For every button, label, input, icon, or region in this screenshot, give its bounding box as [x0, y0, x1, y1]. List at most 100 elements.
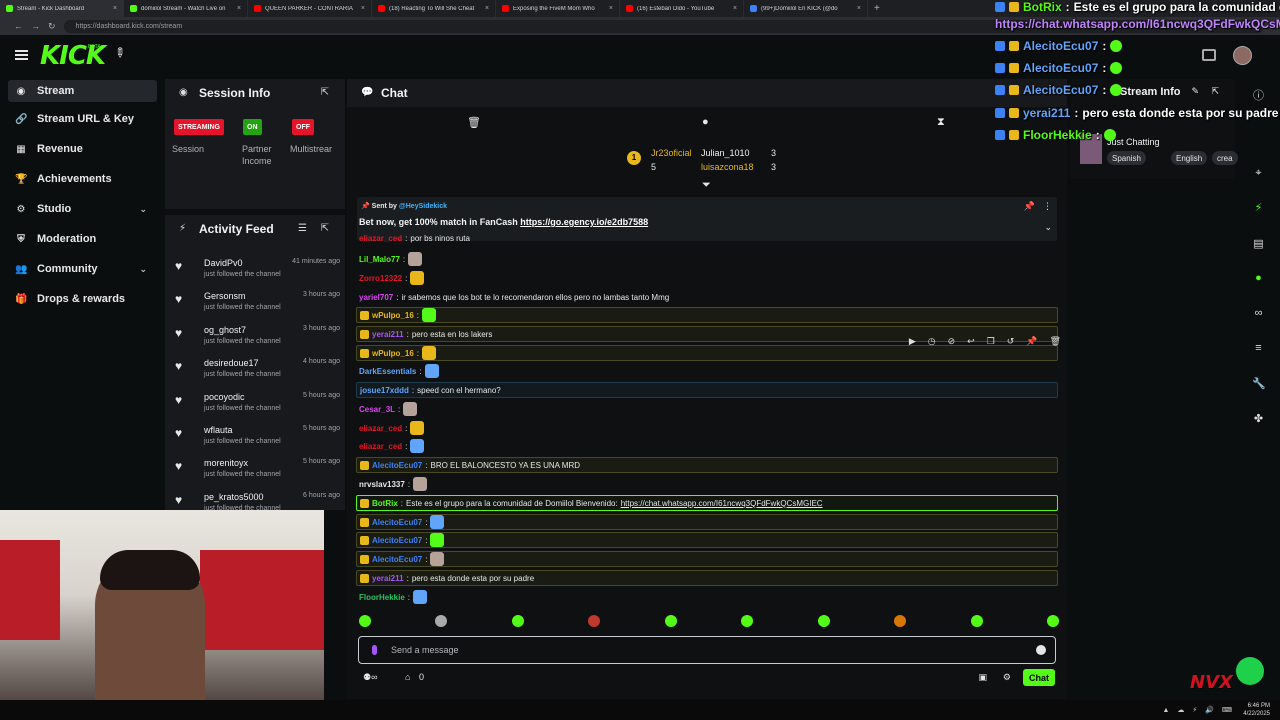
emote-icon[interactable]	[1046, 615, 1059, 627]
mic-icon[interactable]	[372, 645, 377, 655]
chat-message[interactable]: Lil_Malo77:	[356, 251, 1058, 267]
browser-tab[interactable]: Stream - Kick Dashboard ×	[0, 0, 124, 17]
chat-message[interactable]: wPulpo_16:	[356, 307, 1058, 323]
chevron-down-icon[interactable]: ⌄	[1044, 222, 1052, 233]
chat-message[interactable]: eliazar_ced:	[356, 420, 1058, 436]
gear-icon[interactable]: ⚙	[1003, 672, 1011, 683]
chat-username[interactable]: DarkEssentials	[359, 367, 416, 376]
emoji-icon[interactable]	[1036, 645, 1046, 655]
chat-message[interactable]: AlecitoEcu07:	[356, 551, 1058, 567]
emote-icon[interactable]	[894, 615, 907, 627]
delete-icon[interactable]: 🗑	[1050, 336, 1061, 347]
follower-name[interactable]: DavidPv0	[204, 258, 243, 268]
emote-icon[interactable]	[664, 615, 677, 627]
pinned-link[interactable]: https://go.egency.io/e2db7588	[520, 217, 648, 227]
chat-username[interactable]: AlecitoEcu07	[372, 518, 422, 527]
category-tag[interactable]: English	[1171, 151, 1208, 165]
leader-name[interactable]: Julian_1010	[701, 148, 750, 158]
chat-message[interactable]: eliazar_ced: por bs ninos ruta	[356, 234, 1058, 243]
close-icon[interactable]: ×	[733, 5, 737, 12]
send-chat-button[interactable]: Chat	[1023, 669, 1055, 686]
points-icon[interactable]: ⚉∞	[363, 672, 377, 683]
sidebar-item-stream[interactable]: ◉ Stream	[8, 80, 157, 102]
copy-icon[interactable]: ❐	[987, 336, 995, 347]
bubble-icon[interactable]: ●	[702, 116, 709, 128]
chat-message[interactable]: Zorro12322:	[356, 270, 1058, 286]
close-icon[interactable]: ×	[113, 5, 117, 12]
follower-name[interactable]: pe_kratos5000	[204, 492, 264, 502]
undo-icon[interactable]: ↺	[1007, 336, 1015, 347]
sidebar-item-revenue[interactable]: ▦ Revenue	[8, 138, 157, 160]
chat-message[interactable]: BotRix: Este es el grupo para la comunida…	[356, 495, 1058, 511]
more-icon[interactable]: ⋮	[1043, 201, 1052, 212]
chat-message[interactable]: yariel707: ir sabemos que los bot te lo r…	[356, 289, 1058, 305]
chat-username[interactable]: wPulpo_16	[372, 311, 414, 320]
crosshair-icon[interactable]: ⌖	[1252, 167, 1265, 180]
popout-icon[interactable]: ⇱	[321, 223, 329, 234]
chat-message[interactable]: nrvslav1337:	[356, 476, 1058, 492]
chat-username[interactable]: AlecitoEcu07	[372, 555, 422, 564]
close-icon[interactable]: ×	[237, 5, 241, 12]
chat-username[interactable]: FloorHekkie	[359, 593, 405, 602]
browser-tab[interactable]: Exposing the FiveM Mom Who ×	[496, 0, 620, 17]
list-item[interactable]: ♥ pocoyodic just followed the channel 5 hou…	[175, 390, 340, 422]
close-icon[interactable]: ×	[361, 5, 365, 12]
chat-username[interactable]: yerai211	[372, 574, 404, 583]
back-icon[interactable]: ←	[14, 21, 23, 31]
chat-message[interactable]: FloorHekkie:	[356, 589, 1058, 605]
leader-name[interactable]: luisazcona18	[701, 162, 754, 172]
sidebar-item-studio[interactable]: ⚙ Studio ⌄	[8, 198, 157, 220]
chat-username[interactable]: eliazar_ced	[359, 442, 402, 451]
chat-message[interactable]: josue17xddd: speed con el hermano?	[356, 382, 1058, 398]
close-icon[interactable]: ×	[857, 5, 861, 12]
store-icon[interactable]: ⌂	[405, 672, 410, 682]
page-icon[interactable]: ▤	[1252, 237, 1265, 250]
follower-name[interactable]: Gersonsm	[204, 291, 246, 301]
list-item[interactable]: ♥ morenitoyx just followed the channel 5 ho…	[175, 456, 340, 488]
emote-icon[interactable]	[588, 615, 601, 627]
chat-message[interactable]: Cesar_3L:	[356, 401, 1058, 417]
list-item[interactable]: ♥ Gersonsm just followed the channel 3 hour…	[175, 289, 340, 321]
pin-icon[interactable]: ✎	[110, 43, 129, 62]
follower-name[interactable]: pocoyodic	[204, 392, 245, 402]
emote-icon[interactable]	[741, 615, 754, 627]
play-icon[interactable]: ▶	[909, 336, 916, 347]
wrench-icon[interactable]: 🔧	[1252, 377, 1266, 390]
ban-icon[interactable]: ⊘	[948, 336, 956, 347]
chat-username[interactable]: nrvslav1337	[359, 480, 405, 489]
close-icon[interactable]: ×	[485, 5, 489, 12]
timeout-icon[interactable]: ◷	[928, 336, 936, 347]
chat-settings-icon[interactable]: ▣	[978, 672, 987, 683]
chat-username[interactable]: Cesar_3L	[359, 405, 395, 414]
link-icon[interactable]: ∞	[1252, 307, 1265, 320]
chevron-down-icon[interactable]: ⌄	[139, 204, 147, 215]
list-item[interactable]: ♥ DavidPv0 just followed the channel 41 min…	[175, 256, 340, 288]
chat-message[interactable]: AlecitoEcu07:	[356, 532, 1058, 548]
bolt-icon[interactable]: ⚡	[1252, 201, 1265, 214]
chat-username[interactable]: AlecitoEcu07	[372, 536, 422, 545]
reply-icon[interactable]: ↩	[967, 336, 975, 347]
chat-username[interactable]: BotRix	[372, 499, 398, 508]
filter-icon[interactable]: ☰	[298, 223, 307, 234]
chevron-down-icon[interactable]: ⌄	[139, 264, 147, 275]
browser-tab[interactable]: (16) Esteban Dido - YouTube ×	[620, 0, 744, 17]
unpin-icon[interactable]: 📌	[1024, 201, 1035, 212]
chat-username[interactable]: wPulpo_16	[372, 349, 414, 358]
close-icon[interactable]: ×	[609, 5, 613, 12]
chat-username[interactable]: josue17xddd	[360, 386, 409, 395]
list-item[interactable]: ♥ og_ghost7 just followed the channel 3 hou…	[175, 323, 340, 355]
server-icon[interactable]: ≡	[1252, 342, 1265, 355]
follower-name[interactable]: desiredoue17	[204, 358, 259, 368]
chat-username[interactable]: Zorro12322	[359, 274, 402, 283]
category-tag[interactable]: Spanish	[1107, 151, 1146, 165]
chat-icon[interactable]: ●	[1252, 272, 1265, 285]
chat-message[interactable]: DarkEssentials:	[356, 363, 1058, 379]
pin-message-icon[interactable]: 📌	[1026, 336, 1037, 347]
chat-link[interactable]: https://chat.whatsapp.com/I61ncwq3QFdFwk…	[621, 499, 823, 508]
browser-tab[interactable]: QUEEN PARKER - CONTRARIA ×	[248, 0, 372, 17]
reload-icon[interactable]: ↻	[48, 21, 56, 32]
chat-username[interactable]: AlecitoEcu07	[372, 461, 422, 470]
emote-icon[interactable]	[359, 615, 371, 627]
leader-name[interactable]: Jr23oficial	[651, 148, 692, 158]
follower-name[interactable]: wflauta	[204, 425, 233, 435]
